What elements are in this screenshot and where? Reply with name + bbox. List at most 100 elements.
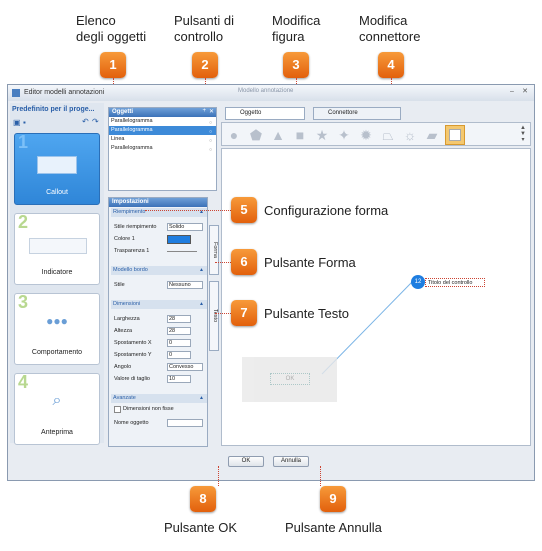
open-icon[interactable]: ▣: [13, 118, 21, 127]
editor-window: Editor modelli annotazioni Modello annot…: [7, 84, 535, 481]
selected-shape-icon[interactable]: [445, 125, 465, 145]
leader-6: [215, 262, 231, 263]
section-dimensions[interactable]: Dimensioni ▲: [111, 300, 207, 309]
star-shape-icon[interactable]: ★: [314, 127, 330, 143]
object-name-input[interactable]: [167, 419, 203, 427]
label-configurazione-forma: Configurazione forma: [264, 203, 389, 218]
cancel-button[interactable]: Annulla: [273, 456, 309, 467]
template-card-callout[interactable]: 1 Callout: [14, 132, 100, 205]
unfixed-size-label: Dimensioni non fisse: [123, 406, 174, 412]
section-advanced[interactable]: Avanzate ▲: [111, 394, 207, 403]
triangle-shape-icon[interactable]: ▲: [270, 127, 286, 143]
undo-icon[interactable]: ↶: [82, 117, 89, 126]
tab-oggetto[interactable]: Oggetto: [225, 107, 305, 120]
burst-shape-icon[interactable]: ✹: [358, 127, 374, 143]
template-card-anteprima[interactable]: 4 ⌕ Anteprima: [14, 372, 100, 445]
callout-1: 1: [100, 52, 126, 78]
label-elenco-oggetti: Elenco degli oggetti: [76, 13, 147, 44]
shift-x-input[interactable]: 0: [167, 339, 191, 347]
template-list-title: Predefinito per il proge...: [12, 106, 95, 113]
callout-circle[interactable]: 12: [411, 275, 425, 289]
parallelogram-shape-icon[interactable]: ▰: [424, 127, 440, 143]
shift-x-label: Spostamento X: [114, 340, 152, 346]
color-label: Colore 1: [114, 236, 135, 242]
window-center-title: Modello annotazione: [238, 88, 294, 94]
object-row[interactable]: Linea ○: [109, 135, 216, 144]
callout-text-box[interactable]: Titolo del controllo: [425, 278, 485, 287]
object-row[interactable]: Parallelogramma ○: [109, 126, 216, 135]
height-input[interactable]: 28: [167, 327, 191, 335]
save-icon[interactable]: ▪: [23, 118, 26, 127]
template-card-comportamento[interactable]: 3 ●●● Comportamento: [14, 292, 100, 365]
transparency-slider[interactable]: [167, 251, 197, 252]
delete-object-icon[interactable]: ✕: [209, 108, 214, 115]
color-picker[interactable]: [167, 235, 191, 244]
objects-header: Oggetti: [109, 108, 216, 117]
callout-4: 4: [378, 52, 404, 78]
unfixed-size-checkbox[interactable]: [114, 406, 121, 413]
window-title: Editor modelli annotazioni: [24, 89, 105, 96]
angle-select[interactable]: Convesso: [167, 363, 203, 371]
close-icon[interactable]: ✕: [521, 88, 529, 96]
height-label: Altezza: [114, 328, 133, 334]
add-object-icon[interactable]: +: [202, 108, 206, 114]
card-label: Anteprima: [41, 429, 73, 436]
label-pulsante-testo: Pulsante Testo: [264, 306, 350, 321]
leader-8: [218, 466, 219, 486]
card-label: Comportamento: [31, 349, 83, 356]
tab-testo[interactable]: Testo: [209, 281, 219, 351]
settings-header: Impostazioni: [109, 198, 207, 207]
callout-5: 5: [231, 197, 257, 223]
fill-style-select[interactable]: Solido: [167, 223, 203, 231]
cut-value-input[interactable]: 10: [167, 375, 191, 383]
app-icon: [12, 89, 20, 97]
callout-8: 8: [190, 486, 216, 512]
tab-connettore[interactable]: Connettore: [313, 107, 401, 120]
tab-forma[interactable]: Forma: [209, 225, 219, 275]
transparency-label: Trasparenza 1: [114, 248, 150, 254]
pentagon-shape-icon[interactable]: ⬟: [248, 127, 264, 143]
sparkle-shape-icon[interactable]: ✦: [336, 127, 352, 143]
sun-shape-icon[interactable]: ☼: [402, 127, 418, 143]
card-number: 1: [18, 132, 29, 152]
edit-tabs: Oggetto Connettore: [221, 107, 531, 121]
shape-toolbar: ● ⬟ ▲ ■ ★ ✦ ✹ ⏢ ☼ ▰ ▲ ▼ ▾: [221, 122, 531, 146]
callout-3: 3: [283, 52, 309, 78]
angle-label: Angolo: [114, 364, 132, 370]
card-label: Callout: [46, 189, 68, 196]
object-row[interactable]: Parallelogramma ○: [109, 117, 216, 126]
square-shape-icon[interactable]: ■: [292, 127, 308, 143]
visibility-icon: ○: [208, 147, 212, 153]
cut-value-label: Valore di taglio: [114, 376, 150, 382]
border-style-label: Stile: [114, 282, 125, 288]
redo-icon[interactable]: ↷: [92, 117, 99, 126]
border-style-select[interactable]: Nessuno: [167, 281, 203, 289]
card-number: 2: [18, 212, 29, 232]
shape-scroll-icon[interactable]: ▲ ▼ ▾: [518, 125, 528, 145]
objects-panel: Oggetti + ✕ Parallelogramma ○ Parallelogr…: [108, 107, 217, 191]
label-modifica-connettore: Modifica connettore: [359, 13, 421, 44]
fill-style-label: Stile riempimento: [114, 224, 157, 230]
shift-y-input[interactable]: 0: [167, 351, 191, 359]
ok-button[interactable]: OK: [228, 456, 264, 467]
callout-2: 2: [192, 52, 218, 78]
circle-shape-icon[interactable]: ●: [226, 127, 242, 143]
trapezoid-shape-icon[interactable]: ⏢: [380, 127, 396, 143]
leader-5: [145, 210, 231, 211]
edit-canvas[interactable]: OK 12 Titolo del controllo: [221, 148, 531, 446]
label-pulsanti-controllo: Pulsanti di controllo: [174, 13, 234, 44]
card-number: 3: [18, 292, 29, 312]
object-row[interactable]: Parallelogramma ○: [109, 144, 216, 153]
blurred-ok-shape[interactable]: OK: [242, 357, 337, 402]
section-border[interactable]: Modello bordo ▲: [111, 266, 207, 275]
object-name-label: Nome oggetto: [114, 420, 149, 426]
callout-9: 9: [320, 486, 346, 512]
label-pulsante-forma: Pulsante Forma: [264, 255, 356, 270]
card-number: 4: [18, 372, 29, 392]
ok-placeholder: OK: [270, 373, 310, 385]
template-list-panel: Predefinito per il proge... ▣ ▪ ↶ ↷ 1 Ca…: [10, 103, 104, 445]
template-card-indicatore[interactable]: 2 Indicatore: [14, 212, 100, 285]
leader-7: [215, 313, 231, 314]
width-input[interactable]: 28: [167, 315, 191, 323]
minimize-icon[interactable]: –: [508, 88, 516, 96]
